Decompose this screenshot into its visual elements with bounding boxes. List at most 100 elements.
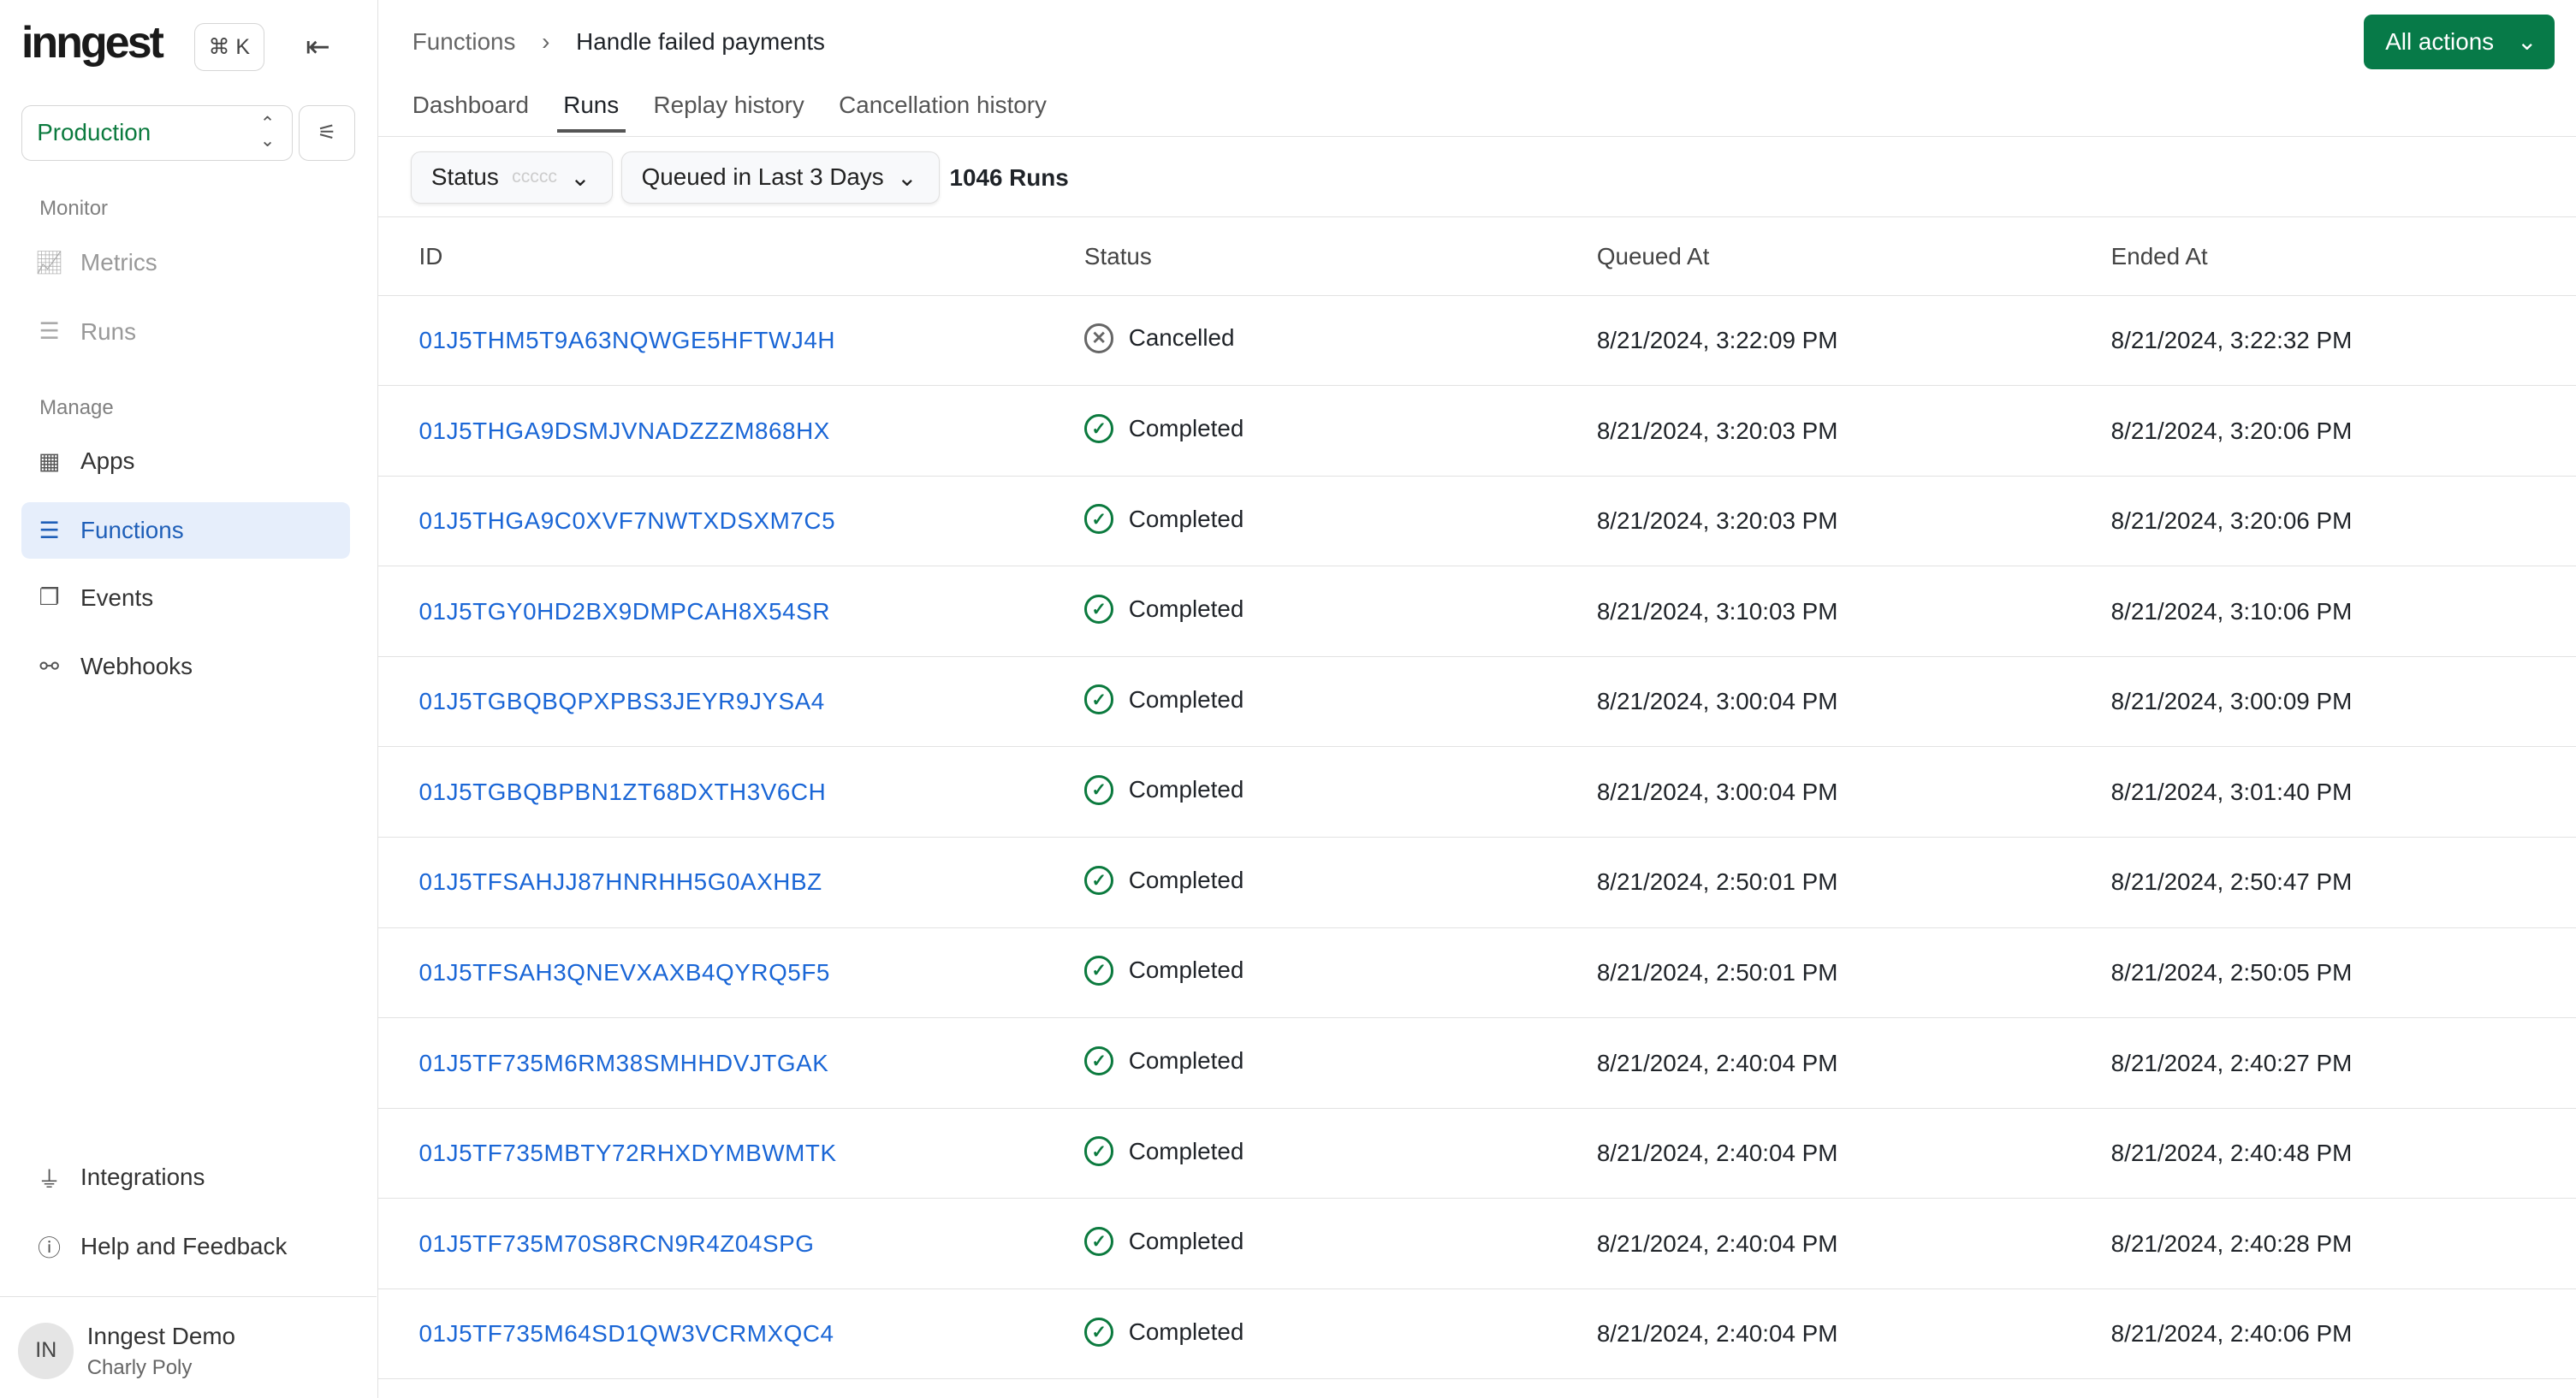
sidebar-item-label: Metrics (80, 249, 157, 276)
breadcrumb-functions[interactable]: Functions (413, 28, 516, 56)
ended-at: 8/21/2024, 2:40:27 PM (2110, 1049, 2353, 1076)
tab-dashboard[interactable]: Dashboard (413, 92, 529, 133)
queued-at: 8/21/2024, 3:10:03 PM (1596, 597, 1838, 625)
time-range-label: Queued in Last 3 Days (641, 163, 884, 191)
run-status: ✓ Completed (1083, 1136, 1244, 1166)
chevron-down-icon: ⌄ (570, 163, 591, 191)
section-manage: Manage (39, 395, 114, 419)
queued-at: 8/21/2024, 2:40:04 PM (1596, 1140, 1838, 1167)
table-row[interactable]: 01J5TFSAHJJ87HNRHH5G0AXHBZ ✓ Completed 8/… (377, 838, 2576, 928)
chevron-right-icon: › (542, 27, 550, 55)
run-id-link[interactable]: 01J5TFSAH3QNEVXAXB4QYRQ5F5 (418, 959, 830, 986)
table-row[interactable]: 01J5TF735M70S8RCN9R4Z04SPG ✓ Completed 8/… (377, 1199, 2576, 1289)
ended-at: 8/21/2024, 2:40:06 PM (2110, 1320, 2353, 1348)
table-header: ID Status Queued At Ended At (377, 218, 2576, 296)
completed-check-icon: ✓ (1083, 1317, 1114, 1348)
table-row[interactable]: 01J5TF735M6RM38SMHHDVJTGAK ✓ Completed 8/… (377, 1018, 2576, 1109)
run-id-link[interactable]: 01J5TF735M6RM38SMHHDVJTGAK (418, 1050, 828, 1077)
sidebar-item-integrations[interactable]: ⏚ Integrations (21, 1150, 350, 1205)
ended-at: 8/21/2024, 2:50:05 PM (2110, 959, 2353, 986)
tab-cancellation-history[interactable]: Cancellation history (839, 92, 1047, 133)
table-row[interactable]: 01J5TF735M64SD1QW3VCRMXQC4 ✓ Completed 8/… (377, 1289, 2576, 1380)
settings-sliders-icon: ⚟ (317, 121, 337, 145)
all-actions-button[interactable]: All actions ⌄ (2364, 15, 2555, 69)
tab-runs[interactable]: Runs (556, 92, 626, 133)
profile-menu[interactable]: IN Inngest Demo Charly Poly (0, 1295, 377, 1398)
status-label: Completed (1128, 505, 1244, 532)
run-status: ✕ Cancelled (1083, 323, 1235, 353)
completed-check-icon: ✓ (1083, 684, 1114, 714)
run-id-link[interactable]: 01J5TF735MBTY72RHXDYMBWMTK (418, 1140, 836, 1167)
ended-at: 8/21/2024, 2:40:28 PM (2110, 1229, 2353, 1257)
table-row[interactable]: 01J5TGBQBQPXPBS3JEYR9JYSA4 ✓ Completed 8/… (377, 657, 2576, 748)
environment-settings-button[interactable]: ⚟ (299, 104, 355, 162)
chevron-down-icon: ⌄ (897, 163, 917, 191)
run-status: ✓ Completed (1083, 504, 1244, 534)
chart-icon: 📈︎ (34, 250, 64, 276)
run-status: ✓ Completed (1083, 956, 1244, 986)
queued-at: 8/21/2024, 3:20:03 PM (1596, 417, 1838, 444)
queued-at: 8/21/2024, 2:40:04 PM (1596, 1229, 1838, 1257)
sidebar-item-help[interactable]: ⓘ Help and Feedback (21, 1218, 350, 1274)
environment-select[interactable]: Production ⌃ ⌄ (21, 104, 293, 162)
run-id-link[interactable]: 01J5THM5T9A63NQWGE5HFTWJ4H (418, 327, 835, 354)
sidebar-item-webhooks[interactable]: ⚯ Webhooks (21, 639, 350, 695)
completed-check-icon: ✓ (1083, 1136, 1114, 1166)
sidebar-item-functions[interactable]: ☰ Functions (21, 502, 350, 559)
sidebar-item-apps[interactable]: ▦ Apps (21, 434, 350, 489)
run-id-link[interactable]: 01J5THGA9DSMJVNADZZZM868HX (418, 418, 829, 445)
collapse-sidebar-icon[interactable]: ⇤ (306, 30, 330, 64)
run-status: ✓ Completed (1083, 775, 1243, 805)
sidebar-item-runs[interactable]: ☰ Runs (21, 304, 350, 359)
ended-at: 8/21/2024, 3:00:09 PM (2110, 688, 2353, 715)
run-id-link[interactable]: 01J5TGBQBQPXPBS3JEYR9JYSA4 (418, 688, 824, 715)
ended-at: 8/21/2024, 3:20:06 PM (2110, 507, 2353, 535)
run-id-link[interactable]: 01J5TF735M70S8RCN9R4Z04SPG (418, 1230, 814, 1258)
status-filter-placeholder: ccccc (512, 167, 557, 187)
time-range-filter[interactable]: Queued in Last 3 Days ⌄ (620, 151, 940, 204)
status-label: Completed (1128, 1318, 1244, 1345)
command-palette-button[interactable]: ⌘ K (193, 22, 265, 71)
ended-at: 8/21/2024, 3:01:40 PM (2110, 778, 2353, 805)
queued-at: 8/21/2024, 3:00:04 PM (1596, 778, 1838, 805)
table-row[interactable]: 01J5TGY0HD2BX9DMPCAH8X54SR ✓ Completed 8/… (377, 566, 2576, 657)
chevron-up-down-icon: ⌃ ⌄ (259, 114, 276, 151)
completed-check-icon: ✓ (1083, 1226, 1114, 1257)
status-label: Completed (1128, 1228, 1244, 1255)
run-id-link[interactable]: 01J5TF735M64SD1QW3VCRMXQC4 (418, 1320, 834, 1348)
run-status: ✓ Completed (1083, 594, 1243, 625)
inngest-logo[interactable]: inngest (21, 16, 164, 68)
status-label: Completed (1128, 1137, 1244, 1164)
run-id-link[interactable]: 01J5TGBQBPBN1ZT68DXTH3V6CH (418, 779, 826, 806)
sidebar-item-label: Help and Feedback (80, 1232, 288, 1259)
run-id-link[interactable]: 01J5TFSAHJJ87HNRHH5G0AXHBZ (418, 868, 822, 896)
status-label: Completed (1128, 866, 1244, 893)
run-status: ✓ Completed (1083, 684, 1243, 714)
run-id-link[interactable]: 01J5THGA9C0XVF7NWTXDSXM7C5 (418, 507, 835, 535)
queued-at: 8/21/2024, 2:50:01 PM (1596, 868, 1838, 896)
sidebar-item-label: Webhooks (80, 653, 193, 680)
queued-at: 8/21/2024, 2:40:04 PM (1596, 1049, 1838, 1076)
org-name: Inngest Demo (86, 1323, 235, 1350)
sidebar-item-metrics[interactable]: 📈︎ Metrics (21, 235, 350, 291)
table-row[interactable]: 01J5TF735MBTY72RHXDYMBWMTK ✓ Completed 8/… (377, 1109, 2576, 1200)
ended-at: 8/21/2024, 2:40:48 PM (2110, 1140, 2353, 1167)
run-id-link[interactable]: 01J5TGY0HD2BX9DMPCAH8X54SR (418, 598, 830, 625)
queued-at: 8/21/2024, 3:22:09 PM (1596, 326, 1838, 353)
queued-at: 8/21/2024, 2:50:01 PM (1596, 959, 1838, 986)
table-row[interactable]: 01J5TGBQBPBN1ZT68DXTH3V6CH ✓ Completed 8/… (377, 747, 2576, 838)
avatar: IN (18, 1323, 74, 1379)
table-row[interactable]: 01J5THGA9C0XVF7NWTXDSXM7C5 ✓ Completed 8/… (377, 477, 2576, 567)
table-row[interactable]: 01J5THGA9DSMJVNADZZZM868HX ✓ Completed 8/… (377, 386, 2576, 477)
sidebar: inngest ⌘ K ⇤ Production ⌃ ⌄ ⚟ Monitor 📈︎ M… (0, 0, 378, 1398)
table-row[interactable]: 01J5THM5T9A63NQWGE5HFTWJ4H ✕ Cancelled 8/… (377, 296, 2576, 387)
sidebar-item-label: Events (80, 583, 154, 611)
table-row[interactable]: 01J5TFSAH3QNEVXAXB4QYRQ5F5 ✓ Completed 8/… (377, 928, 2576, 1019)
tab-replay-history[interactable]: Replay history (654, 92, 804, 133)
sidebar-item-events[interactable]: ❐ Events (21, 570, 350, 625)
queued-at: 8/21/2024, 3:00:04 PM (1596, 688, 1838, 715)
status-filter[interactable]: Status ccccc ⌄ (410, 151, 613, 204)
status-label: Completed (1128, 957, 1244, 984)
ended-at: 8/21/2024, 2:50:47 PM (2110, 868, 2353, 896)
ended-at: 8/21/2024, 3:10:06 PM (2110, 597, 2353, 625)
